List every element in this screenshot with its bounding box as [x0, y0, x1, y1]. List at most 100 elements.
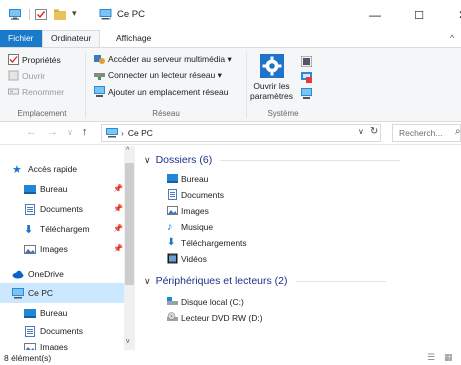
item-count: 8 élément(s): [4, 353, 52, 363]
properties-label: Propriétés: [22, 54, 61, 65]
section-divider: [220, 159, 401, 161]
properties-button[interactable]: Propriétés: [8, 54, 61, 65]
scroll-down-icon[interactable]: v: [126, 338, 130, 345]
sidebar-item-images-pc[interactable]: Images: [0, 342, 124, 350]
folder-item-images[interactable]: Images: [167, 203, 209, 218]
tab-fichier[interactable]: Fichier: [0, 30, 42, 47]
back-arrow-icon[interactable]: ←: [26, 126, 37, 138]
sidebar-item-label: Bureau: [40, 308, 68, 318]
media-server-label: Accéder au serveur multimédia ▾: [108, 54, 232, 64]
sidebar-item-downloads[interactable]: ⬇ Téléchargem 📌: [0, 219, 124, 239]
documents-icon: [25, 203, 35, 215]
quick-access-dropdown-icon[interactable]: ▾: [72, 8, 77, 19]
cloud-icon: [12, 270, 24, 278]
open-button[interactable]: Ouvrir: [8, 70, 45, 81]
collapse-chevron-icon: ∨: [144, 275, 151, 286]
documents-icon: [168, 189, 177, 200]
folder-item-documents[interactable]: Documents: [167, 187, 224, 202]
download-arrow-icon: ⬇: [24, 223, 34, 236]
tab-affichage[interactable]: Affichage: [108, 30, 159, 47]
pin-icon[interactable]: 📌: [113, 244, 123, 253]
computer-icon: [9, 9, 21, 20]
address-dropdown-icon[interactable]: ∨: [358, 127, 364, 136]
breadcrumb-this-pc[interactable]: Ce PC: [128, 128, 153, 138]
open-settings-button[interactable]: Ouvrir les paramètres: [249, 54, 294, 101]
system-properties-icon[interactable]: [301, 72, 312, 83]
uninstall-program-icon[interactable]: [301, 56, 312, 67]
add-network-location-button[interactable]: Ajouter un emplacement réseau: [94, 86, 229, 97]
refresh-icon[interactable]: ↻: [370, 126, 378, 137]
forward-arrow-icon[interactable]: →: [47, 126, 58, 138]
search-input[interactable]: Recherch... ⌕: [392, 124, 461, 142]
sidebar-item-label: OneDrive: [28, 269, 64, 279]
ribbon-tabs: Fichier Ordinateur Affichage ^: [0, 30, 461, 47]
large-icons-view-icon[interactable]: ▦: [444, 352, 453, 363]
sidebar-item-documents-pc[interactable]: Documents: [0, 321, 124, 341]
folder-item-downloads[interactable]: ⬇ Téléchargements: [167, 235, 247, 250]
gear-icon: [259, 54, 284, 78]
pin-icon[interactable]: 📌: [113, 184, 123, 193]
sidebar-item-quick-access[interactable]: ★ Accès rapide: [0, 159, 124, 179]
details-view-icon[interactable]: ☰: [427, 352, 435, 363]
folder-item-videos[interactable]: Vidéos: [167, 251, 207, 266]
maximize-icon: ☐: [414, 9, 424, 22]
map-network-drive-button[interactable]: Connecter un lecteur réseau ▾: [94, 70, 222, 81]
sidebar-item-label: Bureau: [40, 184, 68, 194]
group-label-systeme: Système: [267, 109, 299, 118]
images-icon: [24, 343, 36, 350]
scroll-up-icon[interactable]: ^: [126, 147, 129, 154]
rename-label: Renommer: [22, 86, 65, 97]
sidebar-item-documents[interactable]: Documents 📌: [0, 199, 124, 219]
music-note-icon: ♪: [167, 220, 173, 233]
open-icon: [8, 70, 19, 81]
drive-item-local-disk[interactable]: Disque local (C:): [167, 294, 244, 309]
rename-icon: [8, 88, 19, 95]
new-folder-icon[interactable]: [54, 9, 66, 20]
ribbon: Propriétés Ouvrir Renommer Emplacement A…: [0, 47, 461, 122]
pin-icon[interactable]: 📌: [113, 224, 123, 233]
close-button[interactable]: ✕: [441, 0, 461, 30]
sidebar-item-label: Images: [40, 342, 68, 350]
group-label-emplacement: Emplacement: [17, 109, 67, 118]
add-network-location-label: Ajouter un emplacement réseau: [108, 86, 229, 97]
desktop-folder-icon: [24, 184, 36, 194]
minimize-button[interactable]: —: [353, 0, 397, 30]
devices-section-title: Périphériques et lecteurs (2): [155, 275, 288, 287]
sidebar-item-this-pc[interactable]: Ce PC: [0, 283, 124, 303]
tab-ordinateur[interactable]: Ordinateur: [42, 30, 101, 47]
dvd-drive-icon: [167, 312, 178, 321]
sidebar-item-images[interactable]: Images 📌: [0, 239, 124, 259]
sidebar-item-bureau[interactable]: Bureau 📌: [0, 179, 124, 199]
devices-section-header[interactable]: ∨ Périphériques et lecteurs (2): [144, 275, 386, 287]
folder-item-bureau[interactable]: Bureau: [167, 171, 208, 186]
rename-button[interactable]: Renommer: [8, 86, 64, 97]
up-arrow-icon[interactable]: ↑: [82, 126, 88, 138]
sidebar-item-label: Accès rapide: [28, 164, 78, 174]
content-pane: ∨ Dossiers (6) Bureau Documents Images ♪…: [136, 146, 461, 350]
group-label-reseau: Réseau: [152, 109, 180, 118]
sidebar-item-label: Documents: [40, 204, 83, 214]
sidebar-item-onedrive[interactable]: OneDrive: [0, 264, 124, 284]
manage-computer-icon[interactable]: [301, 88, 312, 99]
maximize-button[interactable]: ☐: [397, 0, 441, 30]
address-bar[interactable]: › Ce PC ∨ ↻: [101, 124, 381, 142]
open-label: Ouvrir: [22, 70, 46, 81]
drive-item-dvd[interactable]: Lecteur DVD RW (D:): [167, 310, 263, 325]
desktop-folder-icon: [24, 308, 36, 318]
open-settings-label-line2: paramètres: [250, 91, 293, 101]
sidebar-item-label: Documents: [40, 326, 83, 336]
pin-icon[interactable]: 📌: [113, 204, 123, 213]
folders-section-title: Dossiers (6): [155, 154, 213, 166]
scrollbar-thumb[interactable]: [125, 163, 134, 285]
sidebar-item-label: Téléchargem: [40, 224, 90, 234]
folder-item-musique[interactable]: ♪ Musique: [167, 219, 213, 234]
images-icon: [167, 206, 178, 215]
collapse-ribbon-icon[interactable]: ^: [450, 33, 454, 43]
properties-icon: [8, 54, 19, 65]
folders-section-header[interactable]: ∨ Dossiers (6): [144, 154, 401, 166]
properties-checkbox-icon[interactable]: [35, 9, 47, 20]
sidebar-item-bureau-pc[interactable]: Bureau: [0, 303, 124, 323]
recent-locations-icon[interactable]: ∨: [67, 128, 73, 137]
folder-label: Musique: [181, 221, 214, 232]
media-server-button[interactable]: Accéder au serveur multimédia ▾: [94, 54, 232, 65]
